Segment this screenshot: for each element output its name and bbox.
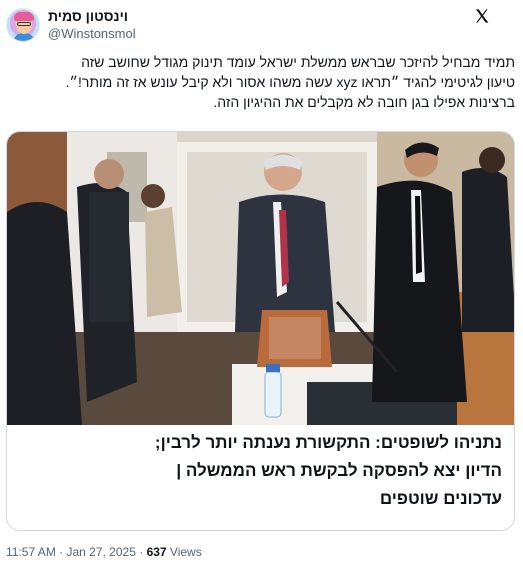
views-count: 637 [146, 545, 167, 559]
author-block[interactable]: וינסטון סמית @Winstonsmol [48, 8, 136, 43]
avatar[interactable] [6, 8, 40, 42]
avatar-glasses-shape [17, 22, 31, 26]
avatar-body-shape [13, 33, 35, 41]
tweet-text: תמיד מבחיל להיזכר שבראש ממשלת ישראל עומד… [6, 52, 515, 112]
link-card[interactable]: נתניהו לשופטים: התקשורת נענתה יותר לרבין… [6, 131, 515, 531]
headline-line: נתניהו לשופטים: התקשורת נענתה יותר לרבין… [154, 433, 502, 452]
tweet-text-line: טיעון לגיטימי להגיד ״תראו xyz עשה משהו א… [65, 74, 515, 90]
article-headline[interactable]: נתניהו לשופטים: התקשורת נענתה יותר לרבין… [16, 429, 502, 513]
article-photo[interactable] [7, 132, 515, 425]
avatar-hair-shape [14, 12, 34, 21]
tweet-meta: 11:57 AM · Jan 27, 2025 · 637 Views [6, 545, 202, 559]
views-label: Views [166, 545, 202, 559]
tweet-header: וינסטון סמית @Winstonsmol [0, 6, 523, 46]
x-logo-icon[interactable] [474, 8, 490, 24]
tweet-text-line: תמיד מבחיל להיזכר שבראש ממשלת ישראל עומד… [81, 54, 515, 70]
tweet-text-line: ברצינות אפילו בגן חובה לא מקבלים את ההיג… [213, 94, 515, 110]
tweet-time[interactable]: 11:57 AM [6, 545, 56, 559]
meta-separator: · [55, 545, 67, 559]
author-display-name[interactable]: וינסטון סמית [48, 8, 136, 25]
author-handle[interactable]: @Winstonsmol [48, 26, 136, 41]
headline-line: עדכונים שוטפים [379, 489, 502, 508]
headline-line: הדיון יצא להפסקה לבקשת ראש הממשלה | [176, 461, 502, 480]
tweet-date[interactable]: Jan 27, 2025 [66, 545, 135, 559]
meta-separator: · [135, 545, 147, 559]
